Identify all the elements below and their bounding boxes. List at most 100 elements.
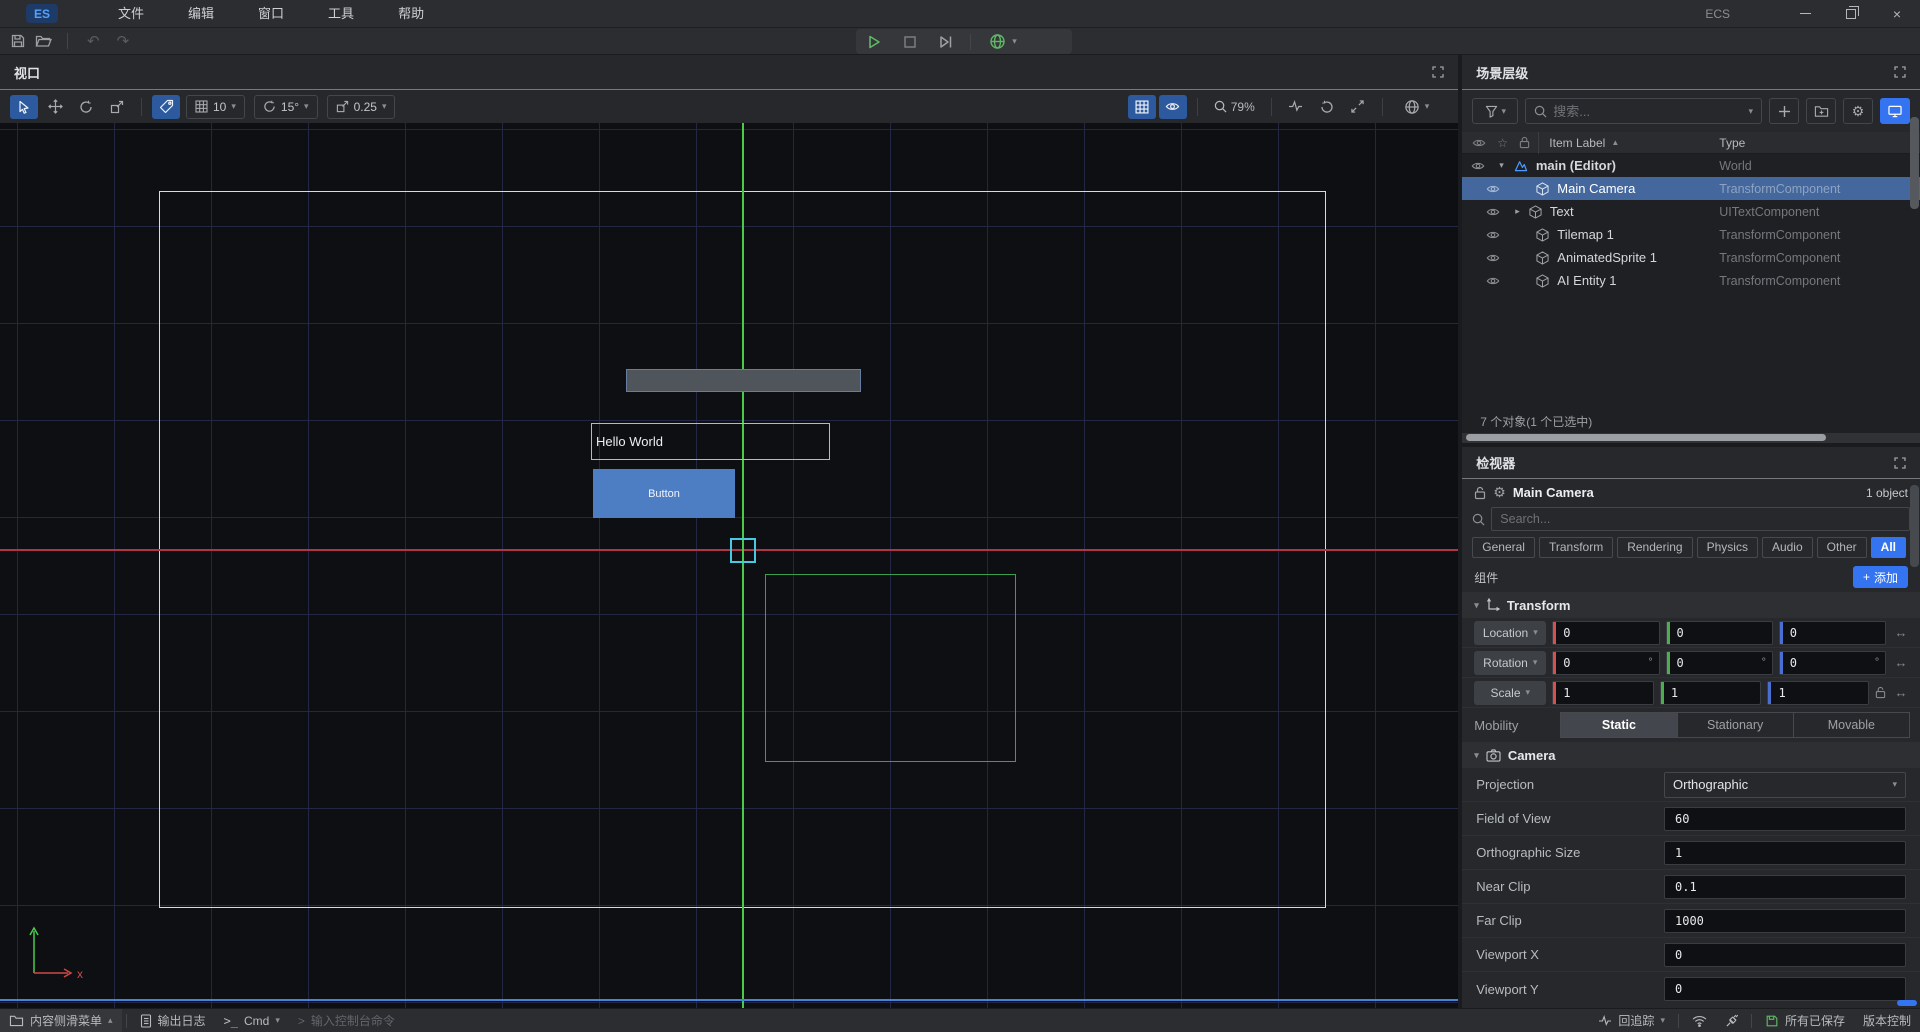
- near-clip-input[interactable]: 0.1: [1664, 875, 1906, 899]
- eye-icon[interactable]: [1486, 251, 1500, 265]
- link-axes-icon[interactable]: ↔: [1892, 685, 1910, 700]
- scene-button-object[interactable]: Button: [593, 469, 735, 518]
- tab-transform[interactable]: Transform: [1539, 537, 1613, 558]
- snap-toggle-button[interactable]: [152, 95, 180, 119]
- tab-all[interactable]: All: [1871, 537, 1906, 558]
- lock-open-icon[interactable]: [1875, 686, 1886, 699]
- camera-section-header[interactable]: ▾ Camera: [1462, 742, 1920, 768]
- tab-rendering[interactable]: Rendering: [1617, 537, 1692, 558]
- eye-icon[interactable]: [1486, 182, 1500, 196]
- gear-icon[interactable]: ⚙: [1493, 484, 1506, 501]
- menu-help[interactable]: 帮助: [376, 0, 446, 28]
- zoom-level[interactable]: 79%: [1208, 100, 1261, 114]
- show-grid-button[interactable]: [1128, 95, 1156, 119]
- step-button[interactable]: [928, 29, 964, 54]
- viewport-y-input[interactable]: 0: [1664, 977, 1906, 1001]
- inspector-search-input[interactable]: [1500, 512, 1901, 526]
- scrollbar-thumb[interactable]: [1466, 434, 1826, 441]
- rotation-y-input[interactable]: 0°: [1666, 651, 1773, 675]
- hierarchy-row-text[interactable]: ▸ Text UITextComponent: [1462, 200, 1920, 223]
- mobility-static[interactable]: Static: [1560, 712, 1677, 738]
- console-command-input[interactable]: > 输入控制台命令: [289, 1009, 404, 1032]
- lock-column-icon[interactable]: [1519, 136, 1530, 149]
- rotate-snap-dropdown[interactable]: 15° ▾: [254, 95, 318, 119]
- link-axes-icon[interactable]: ↔: [1892, 655, 1910, 670]
- inspector-expand-button[interactable]: [1894, 457, 1906, 469]
- location-x-input[interactable]: 0: [1552, 621, 1659, 645]
- scene-text-object[interactable]: Hello World: [591, 423, 830, 460]
- field-of-view-input[interactable]: 60: [1664, 807, 1906, 831]
- chevron-down-icon[interactable]: ▾: [1499, 160, 1504, 171]
- hierarchy-expand-button[interactable]: [1894, 66, 1906, 78]
- fullscreen-button[interactable]: [1344, 95, 1372, 119]
- rotation-dropdown[interactable]: Rotation ▾: [1474, 651, 1546, 675]
- hierarchy-vscrollbar[interactable]: [1910, 117, 1919, 209]
- scale-dropdown[interactable]: Scale ▾: [1474, 681, 1546, 705]
- lock-open-icon[interactable]: [1474, 486, 1486, 500]
- orthographic-size-input[interactable]: 1: [1664, 841, 1906, 865]
- play-button[interactable]: [856, 29, 892, 54]
- hierarchy-hscrollbar[interactable]: [1462, 433, 1920, 443]
- restore-button[interactable]: [1828, 0, 1874, 28]
- location-y-input[interactable]: 0: [1666, 621, 1773, 645]
- tab-general[interactable]: General: [1472, 537, 1535, 558]
- tab-audio[interactable]: Audio: [1762, 537, 1813, 558]
- scale-x-input[interactable]: 1: [1552, 681, 1654, 705]
- network-status-button[interactable]: [1683, 1009, 1716, 1032]
- open-project-button[interactable]: [35, 33, 52, 49]
- reset-view-button[interactable]: [1313, 95, 1341, 119]
- far-clip-input[interactable]: 1000: [1664, 909, 1906, 933]
- scale-snap-dropdown[interactable]: 0.25 ▾: [327, 95, 396, 119]
- eye-icon[interactable]: [1486, 274, 1500, 288]
- menu-file[interactable]: 文件: [96, 0, 166, 28]
- chevron-right-icon[interactable]: ▸: [1515, 206, 1520, 217]
- hierarchy-row-ai-entity[interactable]: AI Entity 1 TransformComponent: [1462, 269, 1920, 292]
- scale-z-input[interactable]: 1: [1767, 681, 1869, 705]
- save-status[interactable]: 所有已保存: [1756, 1009, 1854, 1032]
- menu-tools[interactable]: 工具: [306, 0, 376, 28]
- scene-region-object[interactable]: [765, 574, 1016, 762]
- trace-dropdown[interactable]: 回追踪 ▾: [1589, 1009, 1674, 1032]
- view-mode-dropdown[interactable]: ▾: [1396, 95, 1438, 119]
- hierarchy-row-tilemap[interactable]: Tilemap 1 TransformComponent: [1462, 223, 1920, 246]
- scale-y-input[interactable]: 1: [1660, 681, 1762, 705]
- mobility-stationary[interactable]: Stationary: [1677, 712, 1794, 738]
- selection-gizmo-box[interactable]: [730, 538, 756, 563]
- undo-button[interactable]: ↶: [83, 32, 104, 50]
- viewport-x-input[interactable]: 0: [1664, 943, 1906, 967]
- cmd-dropdown[interactable]: >_ Cmd ▾: [215, 1009, 289, 1032]
- hierarchy-search-input[interactable]: [1553, 104, 1742, 119]
- type-column[interactable]: Type: [1719, 136, 1745, 150]
- menu-window[interactable]: 窗口: [236, 0, 306, 28]
- add-entity-button[interactable]: [1769, 98, 1799, 124]
- rotation-x-input[interactable]: 0°: [1552, 651, 1659, 675]
- item-label-column[interactable]: Item Label: [1549, 136, 1605, 150]
- rotate-tool-button[interactable]: [72, 95, 100, 119]
- link-axes-icon[interactable]: ↔: [1892, 625, 1910, 640]
- scene-view-toggle-button[interactable]: [1880, 98, 1910, 124]
- hierarchy-row-main[interactable]: ▾ main (Editor) World: [1462, 154, 1920, 177]
- inspector-vscrollbar[interactable]: [1910, 485, 1919, 567]
- visibility-button[interactable]: [1159, 95, 1187, 119]
- output-log-button[interactable]: 输出日志: [131, 1009, 215, 1032]
- viewport-expand-button[interactable]: [1432, 66, 1444, 78]
- hierarchy-search[interactable]: ▾: [1525, 98, 1762, 124]
- stop-button[interactable]: [892, 29, 928, 54]
- tab-other[interactable]: Other: [1817, 537, 1867, 558]
- eye-icon[interactable]: [1471, 159, 1485, 173]
- hierarchy-row-animatedsprite[interactable]: AnimatedSprite 1 TransformComponent: [1462, 246, 1920, 269]
- hierarchy-row-main-camera[interactable]: Main Camera TransformComponent: [1462, 177, 1920, 200]
- remote-connect-button[interactable]: [1716, 1009, 1747, 1032]
- scene-canvas[interactable]: Hello World Button x: [0, 123, 1458, 1008]
- stats-button[interactable]: [1282, 95, 1310, 119]
- projection-select[interactable]: Orthographic ▾: [1664, 772, 1906, 798]
- version-control-button[interactable]: 版本控制: [1854, 1009, 1920, 1032]
- save-button[interactable]: [10, 33, 26, 49]
- launch-mode-dropdown[interactable]: ▾: [977, 29, 1029, 54]
- move-tool-button[interactable]: [41, 95, 69, 119]
- menu-edit[interactable]: 编辑: [166, 0, 236, 28]
- inspector-hscrollbar-thumb[interactable]: [1897, 1000, 1917, 1006]
- eye-column-icon[interactable]: [1472, 136, 1486, 150]
- add-component-button[interactable]: + 添加: [1853, 566, 1908, 588]
- select-tool-button[interactable]: [10, 95, 38, 119]
